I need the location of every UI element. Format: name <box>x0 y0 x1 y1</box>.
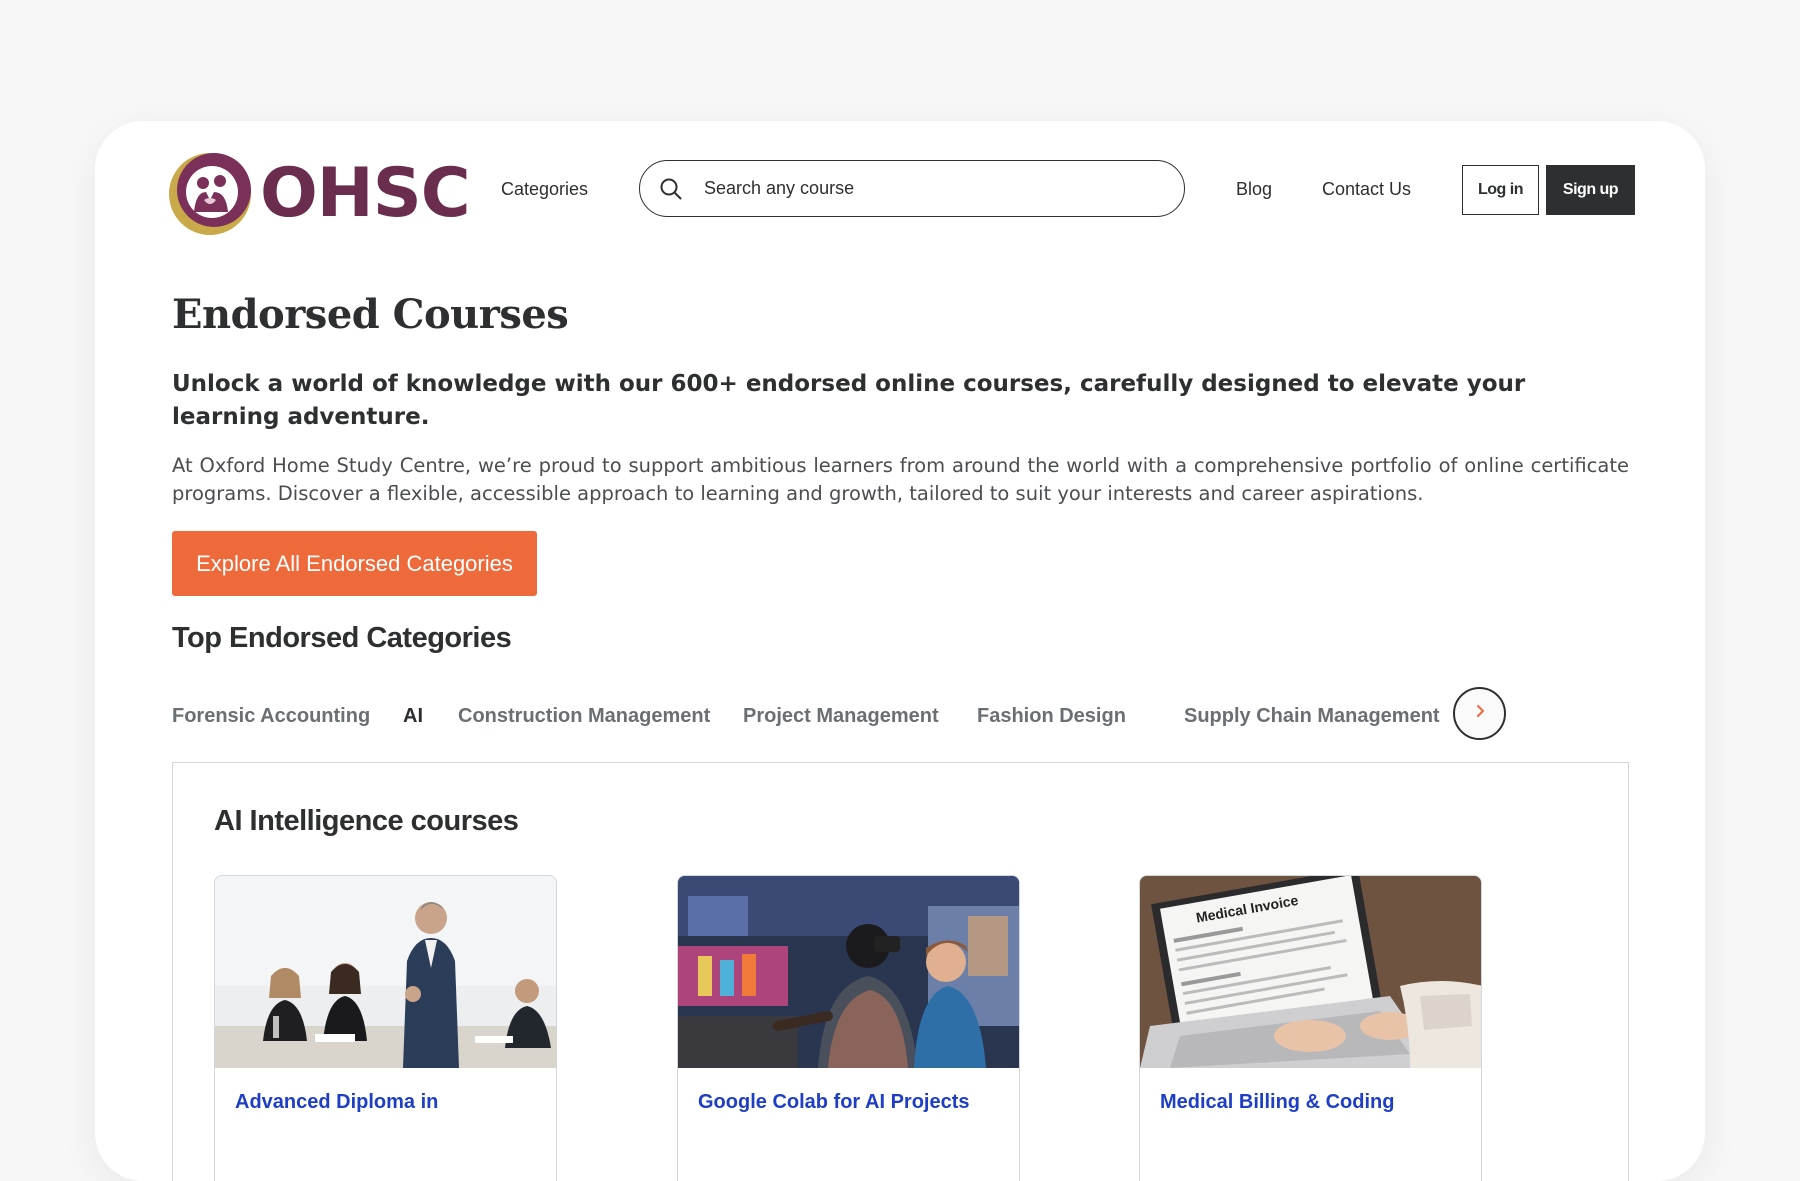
tab-construction-management[interactable]: Construction Management <box>458 705 710 728</box>
tab-project-management[interactable]: Project Management <box>743 705 939 728</box>
search-icon <box>660 178 682 200</box>
page-title: Endorsed Courses <box>172 291 569 338</box>
course-title[interactable]: Medical Billing & Coding <box>1160 1091 1460 1114</box>
course-card[interactable]: Medical Invoice Medical Billing & Coding <box>1139 875 1482 1181</box>
explore-categories-button[interactable]: Explore All Endorsed Categories <box>172 531 537 596</box>
section-title-top-categories: Top Endorsed Categories <box>172 622 512 654</box>
course-image-medical-invoice: Medical Invoice <box>1140 876 1481 1068</box>
chevron-right-icon <box>1474 704 1486 723</box>
tab-forensic-accounting[interactable]: Forensic Accounting <box>172 705 370 728</box>
tab-supply-chain-management[interactable]: Supply Chain Management <box>1184 705 1440 728</box>
search-bar[interactable] <box>639 160 1185 217</box>
panel-title: AI Intelligence courses <box>214 805 519 837</box>
ohsc-logo[interactable]: OHSC <box>166 148 471 240</box>
hero-lead-text: Unlock a world of knowledge with our 600… <box>172 371 1526 430</box>
signup-button[interactable]: Sign up <box>1546 165 1635 215</box>
course-title[interactable]: Google Colab for AI Projects <box>698 1091 998 1114</box>
course-image-business-meeting <box>215 876 556 1068</box>
categories-menu[interactable]: Categories <box>501 179 588 200</box>
course-image-vr-lab <box>678 876 1019 1068</box>
course-card[interactable]: Google Colab for AI Projects <box>677 875 1020 1181</box>
nav-link-contact-us[interactable]: Contact Us <box>1322 179 1411 200</box>
nav-link-blog[interactable]: Blog <box>1236 179 1272 200</box>
login-button[interactable]: Log in <box>1462 165 1539 215</box>
logo-emblem-icon <box>166 150 254 238</box>
tab-ai[interactable]: AI <box>403 705 423 728</box>
course-title[interactable]: Advanced Diploma in <box>235 1091 535 1114</box>
course-card[interactable]: Advanced Diploma in <box>214 875 557 1181</box>
logo-wordmark: OHSC <box>260 154 471 233</box>
hero-body-text: At Oxford Home Study Centre, we’re proud… <box>172 454 1629 505</box>
search-input[interactable] <box>702 177 1126 200</box>
page-card: OHSC Categories Blog Contact Us Log in S… <box>95 121 1705 1181</box>
tab-fashion-design[interactable]: Fashion Design <box>977 705 1126 728</box>
courses-panel: AI Intelligence courses Advanced Diploma… <box>172 762 1629 1181</box>
tabs-next-button[interactable] <box>1453 687 1506 740</box>
